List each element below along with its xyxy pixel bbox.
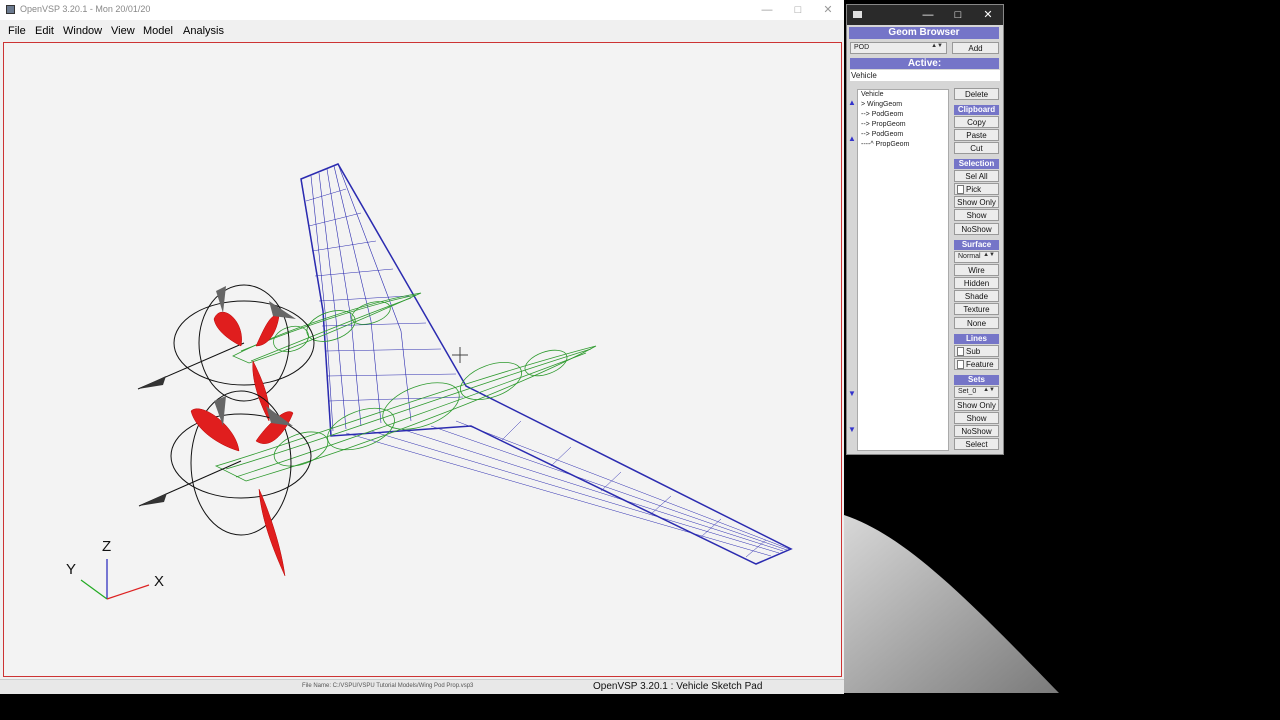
paste-button[interactable]: Paste: [954, 129, 999, 141]
active-header: Active:: [850, 58, 999, 69]
set-value: Set_0: [958, 388, 977, 395]
delete-button[interactable]: Delete: [954, 88, 999, 100]
updown-arrow-icon: ▲▼: [983, 387, 995, 393]
wire-button[interactable]: Wire: [954, 264, 999, 276]
checkbox-icon: [957, 347, 964, 357]
prop-geom-lower: [138, 390, 312, 577]
close-icon[interactable]: ✕: [813, 2, 843, 18]
checkbox-icon: [957, 185, 964, 195]
sets-header: Sets: [954, 375, 999, 385]
file-name-text: File Name: C:/VSPU/VSPU Tutorial Models/…: [302, 683, 474, 689]
hidden-button[interactable]: Hidden: [954, 277, 999, 289]
status-text: OpenVSP 3.20.1 : Vehicle Sketch Pad: [593, 681, 763, 692]
cursor-crosshair-icon: [452, 347, 468, 363]
add-button[interactable]: Add: [952, 42, 999, 54]
updown-arrow-icon: ▲▼: [983, 252, 995, 258]
surface-mode-value: Normal: [958, 253, 981, 260]
minimize-icon[interactable]: —: [752, 2, 782, 18]
sel-all-button[interactable]: Sel All: [954, 170, 999, 182]
checkbox-icon: [957, 360, 964, 370]
statusbar: File Name: C:/VSPU/VSPU Tutorial Models/…: [0, 679, 844, 694]
axis-x-label: X: [154, 573, 165, 590]
axes-triad: [80, 559, 150, 600]
prop-geom-upper: [137, 284, 315, 422]
clipboard-header: Clipboard: [954, 105, 999, 115]
sets-show-only-button[interactable]: Show Only: [954, 399, 999, 411]
maximize-icon[interactable]: □: [783, 2, 813, 18]
window-title: OpenVSP 3.20.1 - Mon 20/01/20: [20, 4, 151, 14]
sets-select-button[interactable]: Select: [954, 438, 999, 450]
background-video-area: [844, 455, 1090, 695]
move-top-icon[interactable]: ▲: [848, 98, 856, 107]
axis-z-label: Z: [102, 538, 112, 555]
feature-toggle[interactable]: Feature: [954, 358, 999, 370]
pick-toggle[interactable]: Pick: [954, 183, 999, 195]
main-window: OpenVSP 3.20.1 - Mon 20/01/20 — □ ✕ File…: [0, 0, 844, 694]
menubar: File Edit Window View Model Analysis: [0, 20, 844, 41]
copy-button[interactable]: Copy: [954, 116, 999, 128]
show-only-button[interactable]: Show Only: [954, 196, 999, 208]
list-item[interactable]: --> PodGeom: [861, 111, 903, 118]
move-bottom-icon[interactable]: ▼: [848, 425, 856, 434]
active-geom-value: Vehicle: [850, 70, 1000, 81]
menu-window[interactable]: Window: [63, 25, 102, 37]
list-item[interactable]: --> PropGeom: [861, 121, 906, 128]
tree-move-scrollbar[interactable]: ▲ ▲ ▼ ▼: [847, 89, 856, 451]
3d-viewport[interactable]: Z Y X: [3, 42, 842, 677]
selection-header: Selection: [954, 159, 999, 169]
list-item[interactable]: > WingGeom: [861, 101, 902, 108]
show-button[interactable]: Show: [954, 209, 999, 221]
sets-show-button[interactable]: Show: [954, 412, 999, 424]
minimize-icon[interactable]: —: [913, 7, 943, 23]
list-item[interactable]: --> PodGeom: [861, 131, 903, 138]
move-down-icon[interactable]: ▼: [848, 389, 856, 398]
geom-browser-header: Geom Browser: [849, 27, 999, 39]
wing-geom: [300, 163, 793, 565]
none-button[interactable]: None: [954, 317, 999, 329]
feature-label: Feature: [966, 360, 994, 369]
move-up-icon[interactable]: ▲: [848, 134, 856, 143]
list-item[interactable]: ----^ PropGeom: [861, 141, 909, 148]
cut-button[interactable]: Cut: [954, 142, 999, 154]
geom-browser-titlebar[interactable]: — □ ✕: [847, 5, 1003, 25]
surface-mode-select[interactable]: Normal ▲▼: [954, 251, 999, 263]
axis-y-label: Y: [66, 561, 77, 578]
sets-noshow-button[interactable]: NoShow: [954, 425, 999, 437]
close-icon[interactable]: ✕: [973, 7, 1003, 23]
model-render: [80, 163, 793, 600]
geom-type-value: POD: [854, 44, 870, 51]
texture-button[interactable]: Texture: [954, 303, 999, 315]
lines-header: Lines: [954, 334, 999, 344]
menu-analysis[interactable]: Analysis: [183, 25, 224, 37]
list-item[interactable]: Vehicle: [861, 91, 884, 98]
pick-label: Pick: [966, 185, 982, 194]
geom-type-select[interactable]: POD ▲▼: [850, 42, 947, 54]
sub-toggle[interactable]: Sub: [954, 345, 999, 357]
updown-arrow-icon: ▲▼: [931, 43, 943, 49]
app-icon: [6, 5, 15, 14]
menu-model[interactable]: Model: [143, 25, 173, 37]
set-select[interactable]: Set_0 ▲▼: [954, 386, 999, 398]
window-icon: [853, 11, 862, 18]
geom-tree-list[interactable]: Vehicle > WingGeom --> PodGeom --> PropG…: [857, 89, 949, 451]
main-titlebar[interactable]: OpenVSP 3.20.1 - Mon 20/01/20 — □ ✕: [0, 0, 844, 20]
surface-header: Surface: [954, 240, 999, 250]
menu-view[interactable]: View: [111, 25, 135, 37]
shade-button[interactable]: Shade: [954, 290, 999, 302]
menu-edit[interactable]: Edit: [35, 25, 54, 37]
maximize-icon[interactable]: □: [943, 7, 973, 23]
sub-label: Sub: [966, 347, 981, 356]
noshow-button[interactable]: NoShow: [954, 223, 999, 235]
menu-file[interactable]: File: [8, 25, 26, 37]
